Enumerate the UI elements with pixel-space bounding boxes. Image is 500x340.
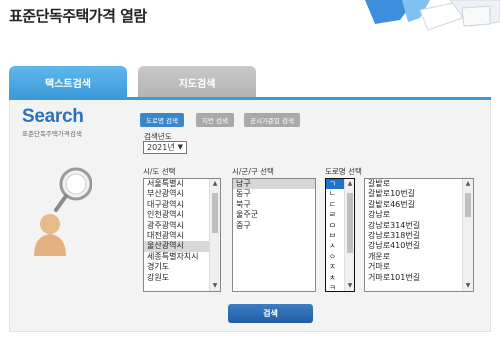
road-listbox[interactable]: 갈밭로 갈밭로10번길 갈밭로46번길 강남로 강남로314번길 강남로318번…	[364, 178, 474, 292]
scroll-up-icon[interactable]: ▲	[345, 179, 354, 189]
road-option[interactable]: 갈밭로46번길	[365, 200, 473, 210]
road-option[interactable]: 강남로	[365, 210, 473, 220]
banner-illustration	[365, 0, 500, 31]
road-name-search-button[interactable]: 도로명 검색	[140, 113, 184, 127]
scroll-down-icon[interactable]: ▼	[463, 281, 473, 291]
scroll-up-icon[interactable]: ▲	[210, 179, 220, 189]
search-panel: Search 표준단독주택가격검색 도로명 검색 지번 검색 공시기준일 검색 …	[9, 100, 491, 332]
road-option[interactable]: 강남로314번길	[365, 221, 473, 231]
sigungu-option[interactable]: 중구	[233, 221, 315, 231]
sigungu-option[interactable]: 울주군	[233, 210, 315, 220]
road-label: 도로명 선택	[325, 167, 362, 176]
road-option[interactable]: 강남로410번길	[365, 241, 473, 251]
year-value: 2021년	[147, 143, 175, 152]
scroll-up-icon[interactable]: ▲	[463, 179, 473, 189]
search-tabs: 텍스트검색 지도검색	[9, 66, 499, 98]
sigungu-label: 시/군/구 선택	[232, 167, 274, 176]
road-initial-listbox[interactable]: ㄱ ㄴ ㄷ ㄹ ㅁ ㅂ ㅅ ㅇ ㅈ ㅊ ㅋ ▲ ▼	[325, 178, 355, 292]
road-option[interactable]: 갈밭로	[365, 179, 473, 189]
road-option[interactable]: 거마로101번길	[365, 273, 473, 283]
road-option[interactable]: 갈밭로10번길	[365, 189, 473, 199]
sigungu-listbox[interactable]: 남구 동구 북구 울주군 중구	[232, 178, 316, 292]
road-option[interactable]: 개운로	[365, 252, 473, 262]
sido-label: 시/도 선택	[143, 167, 176, 176]
tab-text-search[interactable]: 텍스트검색	[9, 66, 127, 98]
scroll-down-icon[interactable]: ▼	[345, 281, 354, 291]
sido-scrollbar[interactable]: ▲ ▼	[209, 179, 220, 291]
initial-scrollbar[interactable]: ▲ ▼	[344, 179, 354, 291]
person-magnifier-illustration	[34, 167, 92, 256]
notice-date-search-button[interactable]: 공시기준일 검색	[244, 113, 300, 127]
search-button[interactable]: 검색	[228, 304, 313, 323]
page-title: 표준단독주택가격 열람	[9, 7, 147, 25]
road-scrollbar[interactable]: ▲ ▼	[462, 179, 473, 291]
sigungu-option-selected[interactable]: 남구	[233, 179, 315, 190]
scroll-down-icon[interactable]: ▼	[210, 281, 220, 291]
search-logo-title: Search	[22, 106, 84, 127]
sigungu-option[interactable]: 북구	[233, 200, 315, 210]
tab-map-search[interactable]: 지도검색	[138, 66, 256, 98]
scrollbar-thumb[interactable]	[465, 193, 471, 217]
road-option[interactable]: 거마로	[365, 262, 473, 272]
sido-listbox[interactable]: 서울특별시 부산광역시 대구광역시 인천광역시 광주광역시 대전광역시 울산광역…	[143, 178, 221, 292]
year-select[interactable]: 2021년 ▼	[143, 141, 187, 154]
sigungu-option[interactable]: 동구	[233, 189, 315, 199]
scrollbar-thumb[interactable]	[347, 193, 353, 253]
road-option[interactable]: 강남로318번길	[365, 231, 473, 241]
lot-number-search-button[interactable]: 지번 검색	[196, 113, 234, 127]
scrollbar-thumb[interactable]	[212, 193, 218, 233]
chevron-down-icon: ▼	[177, 143, 183, 151]
search-logo-subtitle: 표준단독주택가격검색	[22, 130, 82, 138]
